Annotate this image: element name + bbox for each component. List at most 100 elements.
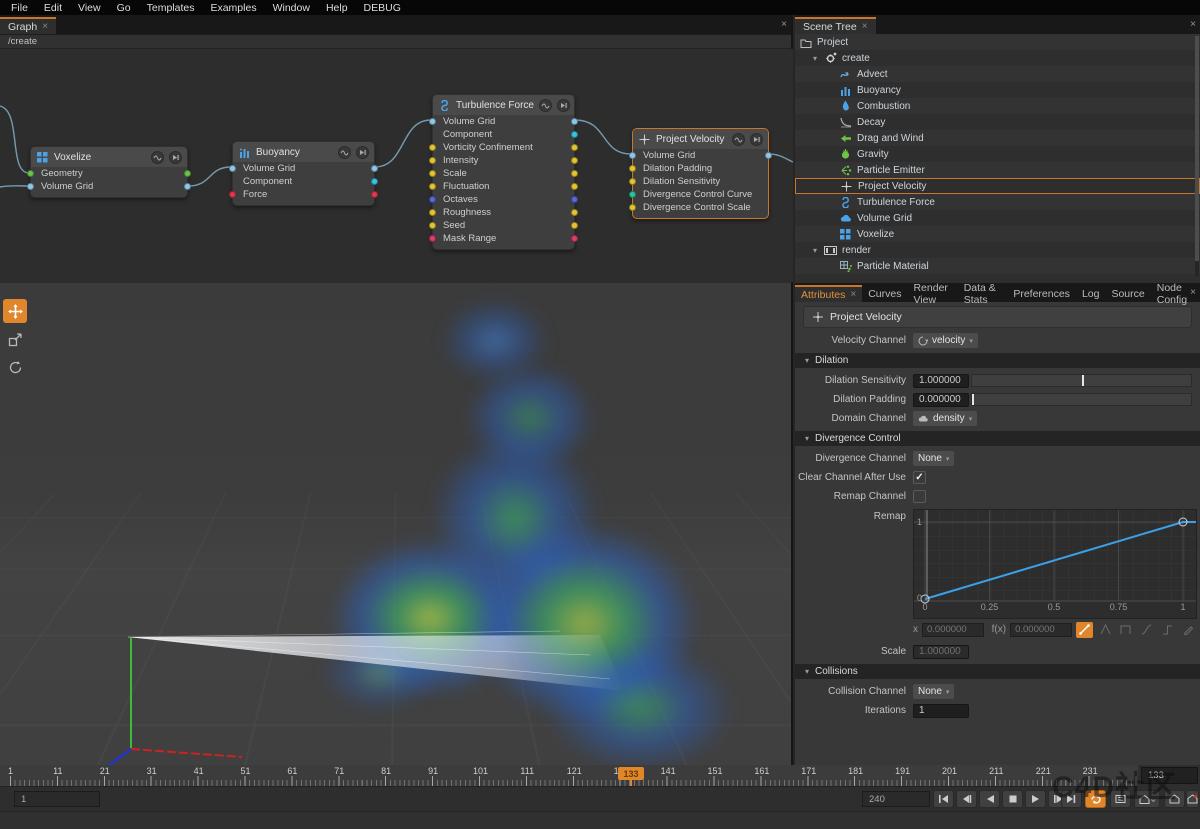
input-port[interactable] xyxy=(629,191,636,198)
node-turbulence-force[interactable]: Turbulence Force Volume Grid Component xyxy=(432,94,575,250)
current-frame-field[interactable]: 133 xyxy=(1141,767,1198,784)
render-home-button[interactable] xyxy=(1186,790,1199,808)
node-buoyancy[interactable]: Buoyancy Volume Grid Component xyxy=(232,141,375,206)
home-button[interactable] xyxy=(1164,790,1185,808)
scene-tree-scrollbar[interactable] xyxy=(1195,36,1199,276)
output-toggle[interactable] xyxy=(169,151,182,164)
output-port[interactable] xyxy=(571,144,578,151)
current-frame-marker[interactable]: 133 xyxy=(618,767,644,780)
iterations-field[interactable]: 1 xyxy=(913,704,969,718)
tree-item-combustion[interactable]: Combustion xyxy=(795,98,1200,114)
tab-log[interactable]: Log xyxy=(1076,285,1106,302)
menu-item[interactable]: Window xyxy=(266,1,317,15)
section-dilation[interactable]: ▾ Dilation xyxy=(795,353,1200,368)
input-port[interactable] xyxy=(429,157,436,164)
output-port[interactable] xyxy=(184,170,191,177)
clear-channel-checkbox[interactable]: ✓ xyxy=(913,471,926,484)
move-tool-button[interactable] xyxy=(3,299,27,323)
smooth-curve-button[interactable] xyxy=(1138,622,1155,638)
tab-data-stats[interactable]: Data & Stats xyxy=(958,285,1008,302)
section-divergence-control[interactable]: ▾ Divergence Control xyxy=(795,431,1200,446)
input-port[interactable] xyxy=(429,170,436,177)
panel-close-icon[interactable]: × xyxy=(1190,287,1196,298)
menu-item[interactable]: File xyxy=(4,1,35,15)
pencil-curve-button[interactable] xyxy=(1180,622,1197,638)
panel-close-icon[interactable]: × xyxy=(781,19,787,30)
tab-preferences[interactable]: Preferences xyxy=(1007,285,1076,302)
input-port[interactable] xyxy=(27,183,34,190)
domain-channel-dropdown[interactable]: density ▾ xyxy=(913,411,977,426)
input-port[interactable] xyxy=(27,170,34,177)
menu-item[interactable]: Edit xyxy=(37,1,69,15)
tree-item-particle-material[interactable]: Particle Material xyxy=(795,258,1200,274)
output-port[interactable] xyxy=(571,209,578,216)
tab-attributes[interactable]: Attributes × xyxy=(795,285,862,302)
output-port[interactable] xyxy=(184,183,191,190)
tree-item-advect[interactable]: Advect xyxy=(795,66,1200,82)
output-port[interactable] xyxy=(571,222,578,229)
step-back-button[interactable] xyxy=(956,790,977,808)
output-port[interactable] xyxy=(371,165,378,172)
input-port[interactable] xyxy=(429,144,436,151)
input-port[interactable] xyxy=(429,196,436,203)
tab-scene-tree[interactable]: Scene Tree × xyxy=(795,17,876,34)
output-toggle[interactable] xyxy=(557,99,570,112)
panel-close-icon[interactable]: × xyxy=(1190,19,1196,30)
output-port[interactable] xyxy=(571,196,578,203)
tab-close-icon[interactable]: × xyxy=(850,289,856,300)
jump-to-start-button[interactable] xyxy=(933,790,954,808)
input-port[interactable] xyxy=(629,178,636,185)
output-port[interactable] xyxy=(571,131,578,138)
bypass-toggle[interactable] xyxy=(338,146,351,159)
tab-close-icon[interactable]: × xyxy=(42,21,48,32)
node-project-velocity[interactable]: Project Velocity Volume Grid Dilation Pa… xyxy=(632,128,769,219)
tree-item-volume-grid[interactable]: Volume Grid xyxy=(795,210,1200,226)
box-curve-button[interactable] xyxy=(1117,622,1134,638)
stop-button[interactable] xyxy=(1002,790,1023,808)
output-port[interactable] xyxy=(371,191,378,198)
dilation-padding-field[interactable]: 0.000000 xyxy=(913,393,969,407)
output-port[interactable] xyxy=(571,183,578,190)
tab-render-view[interactable]: Render View xyxy=(907,285,957,302)
output-port[interactable] xyxy=(765,152,772,159)
linear-curve-button[interactable] xyxy=(1076,622,1093,638)
expand-arrow-icon[interactable]: ▾ xyxy=(811,246,819,255)
scale-tool-button[interactable] xyxy=(3,327,27,351)
tree-item-create[interactable]: ▾ create xyxy=(795,50,1200,66)
menu-item[interactable]: Go xyxy=(110,1,138,15)
tab-source[interactable]: Source xyxy=(1105,285,1150,302)
scale-field[interactable]: 1.000000 xyxy=(913,645,969,659)
tab-curves[interactable]: Curves xyxy=(862,285,907,302)
camera-home-button[interactable] xyxy=(1134,790,1160,808)
step-curve-button[interactable] xyxy=(1159,622,1176,638)
tree-item-particle-emitter[interactable]: Particle Emitter xyxy=(795,162,1200,178)
tree-item-buoyancy[interactable]: Buoyancy xyxy=(795,82,1200,98)
tree-item-project-velocity[interactable]: Project Velocity xyxy=(795,178,1200,194)
node-graph-canvas[interactable]: Voxelize Geometry Volume Grid xyxy=(0,49,793,282)
input-port[interactable] xyxy=(429,118,436,125)
curve-x-field[interactable]: 0.000000 xyxy=(922,623,984,637)
menu-item[interactable]: Templates xyxy=(140,1,202,15)
dilation-padding-slider[interactable] xyxy=(971,393,1192,406)
tree-item-drag-and-wind[interactable]: Drag and Wind xyxy=(795,130,1200,146)
bypass-toggle[interactable] xyxy=(732,133,745,146)
output-toggle[interactable] xyxy=(750,133,763,146)
tree-item-gravity[interactable]: Gravity xyxy=(795,146,1200,162)
tree-item-render[interactable]: ▾ render xyxy=(795,242,1200,258)
menu-item[interactable]: Examples xyxy=(203,1,263,15)
bypass-toggle[interactable] xyxy=(539,99,552,112)
collision-channel-dropdown[interactable]: None ▾ xyxy=(913,684,954,699)
input-port[interactable] xyxy=(429,209,436,216)
input-port[interactable] xyxy=(229,165,236,172)
input-port[interactable] xyxy=(429,235,436,242)
velocity-channel-dropdown[interactable]: velocity ▾ xyxy=(913,333,978,348)
dilation-sensitivity-slider[interactable] xyxy=(971,374,1192,387)
jump-to-end-button[interactable] xyxy=(1061,790,1082,808)
menu-item[interactable]: DEBUG xyxy=(357,1,408,15)
tree-item-voxelize[interactable]: Voxelize xyxy=(795,226,1200,242)
breadcrumb[interactable]: /create xyxy=(8,36,37,47)
rotate-tool-button[interactable] xyxy=(3,355,27,379)
menu-item[interactable]: Help xyxy=(319,1,355,15)
section-collisions[interactable]: ▾ Collisions xyxy=(795,664,1200,679)
input-port[interactable] xyxy=(629,204,636,211)
